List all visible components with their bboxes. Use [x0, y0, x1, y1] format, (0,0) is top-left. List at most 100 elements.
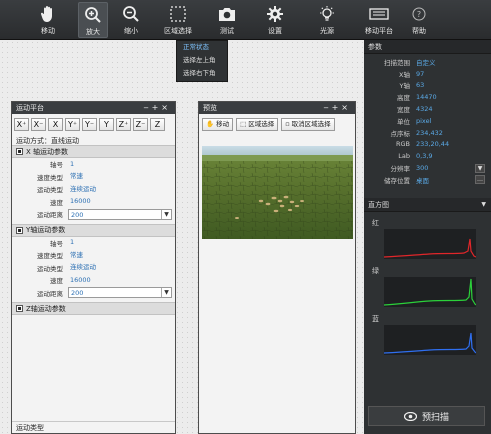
save-location-value[interactable]: 桌面 — [416, 175, 475, 185]
preview-area-select-button[interactable]: ⬚ 区域选择 — [236, 118, 279, 131]
axis-button-z-minus[interactable]: Z⁻ — [133, 118, 148, 131]
x-axis-section-header[interactable]: ▪ X 轴运动参数 — [12, 145, 175, 158]
settings-tool[interactable]: 设置 — [262, 2, 288, 38]
test-tool-label: 测试 — [220, 27, 234, 35]
panel-window-controls[interactable]: ‒+× — [324, 102, 352, 114]
param-value[interactable]: 连续运动 — [68, 184, 175, 195]
axis-button-x[interactable]: X — [48, 118, 63, 131]
param-label: X轴 — [399, 70, 410, 79]
menu-item-top-left[interactable]: 选择左上角 — [177, 54, 227, 67]
param-value[interactable]: 97 — [416, 70, 491, 78]
axis-button-row: X⁺ X⁻ X Y⁺ Y⁻ Y Z⁺ Z⁻ Z — [12, 114, 175, 134]
motion-mode-text: 运动方式：直线运动 — [16, 137, 79, 145]
param-label: 速度 — [50, 277, 63, 286]
area-select-icon — [167, 3, 189, 25]
hand-icon: ✋ — [206, 120, 215, 128]
preview-panel: 预览 ‒+× ✋ 移动 ⬚ 区域选择 ▫ 取消区域选择 — [198, 101, 356, 434]
y-axis-row: 轴号 1 — [12, 237, 175, 250]
param-value[interactable]: 16000 — [68, 196, 175, 207]
param-value[interactable]: 1 — [68, 237, 175, 248]
param-value[interactable]: 63 — [416, 81, 491, 89]
area-select-tool[interactable]: 区域选择 — [160, 2, 196, 38]
param-row-width: 宽度 4324 — [364, 103, 491, 115]
param-value[interactable]: 常速 — [68, 171, 175, 182]
zoom-in-tool[interactable]: 放大 — [78, 2, 108, 38]
x-distance-select[interactable]: 200 ▼ — [68, 208, 172, 220]
z-axis-section-header[interactable]: ▪ Z轴运动参数 — [12, 302, 175, 315]
param-row-point: 点序标 234,432 — [364, 127, 491, 139]
platform-tool-label: 移动平台 — [365, 27, 393, 35]
motion-type-footer: 运动类型 — [12, 421, 175, 433]
param-label: 速度类型 — [37, 173, 63, 182]
y-axis-row: 速度 16000 — [12, 274, 175, 287]
prescan-label: 预扫描 — [421, 412, 449, 423]
axis-button-y[interactable]: Y — [99, 118, 114, 131]
axis-button-x-minus[interactable]: X⁻ — [31, 118, 46, 131]
param-value[interactable]: 连续运动 — [68, 262, 175, 273]
params-list: 扫描范围 自定义 X轴 97 Y轴 63 高度 14470 宽度 4324 单位 pixel… — [364, 54, 491, 186]
param-label: 点序标 — [390, 129, 411, 138]
preview-move-label: 移动 — [216, 120, 230, 128]
resolution-select[interactable]: 300 — [416, 164, 475, 172]
param-value[interactable]: pixel — [416, 117, 491, 125]
param-label: 运动类型 — [37, 186, 63, 195]
platform-tool[interactable]: 移动平台 — [362, 2, 396, 38]
y-distance-select[interactable]: 200 ▼ — [68, 287, 172, 299]
param-row-scan-range: 扫描范围 自定义 — [364, 56, 491, 68]
chevron-down-icon[interactable]: ▼ — [161, 209, 171, 219]
help-tool-label: 帮助 — [412, 27, 426, 35]
param-row-y: Y轴 63 — [364, 80, 491, 92]
chevron-down-icon[interactable]: ▼ — [481, 198, 486, 212]
param-label: Y轴 — [399, 82, 410, 91]
light-bulb-icon — [316, 3, 338, 25]
gear-icon — [264, 3, 286, 25]
param-label: 储存位置 — [384, 176, 410, 185]
main-toolbar: 移动 放大 缩小 区域选择 测试 设置 光源 移动平台 ? 帮助 — [0, 0, 491, 40]
param-value[interactable]: 常速 — [68, 250, 175, 261]
side-panel: 参数 扫描范围 自定义 X轴 97 Y轴 63 高度 14470 宽度 4324 单位 pi… — [364, 40, 491, 434]
browse-icon[interactable]: … — [475, 175, 485, 185]
param-value[interactable]: 16000 — [68, 275, 175, 286]
preview-move-button[interactable]: ✋ 移动 — [202, 118, 234, 131]
area-select-icon: ⬚ — [240, 120, 247, 128]
chevron-down-icon[interactable]: ▼ — [161, 288, 171, 298]
preview-cancel-select-button[interactable]: ▫ 取消区域选择 — [281, 118, 335, 131]
blue-histogram — [384, 324, 476, 355]
light-source-tool[interactable]: 光源 — [314, 2, 340, 38]
collapse-icon: ▪ — [16, 148, 23, 155]
param-value[interactable]: 14470 — [416, 93, 491, 101]
area-select-tool-label: 区域选择 — [164, 27, 192, 35]
param-value: 0,3,9 — [416, 152, 433, 161]
move-tool[interactable]: 移动 — [34, 2, 62, 38]
zoom-out-tool[interactable]: 缩小 — [118, 2, 144, 38]
red-channel-label: 红 — [372, 218, 379, 227]
axis-button-x-plus[interactable]: X⁺ — [14, 118, 29, 131]
preview-image[interactable] — [202, 146, 353, 239]
axis-button-z-plus[interactable]: Z⁺ — [116, 118, 131, 131]
param-value[interactable]: 1 — [68, 159, 175, 170]
param-row-unit: 单位 pixel — [364, 115, 491, 127]
menu-item-bottom-right[interactable]: 选择右下角 — [177, 67, 227, 80]
hand-icon — [37, 3, 59, 25]
axis-button-z[interactable]: Z — [150, 118, 165, 131]
panel-window-controls[interactable]: ‒+× — [144, 102, 172, 114]
axis-button-y-minus[interactable]: Y⁻ — [82, 118, 97, 131]
zoom-in-tool-label: 放大 — [86, 28, 100, 36]
param-value[interactable]: 自定义 — [416, 57, 491, 67]
test-tool[interactable]: 测试 — [214, 2, 240, 38]
param-value[interactable]: 4324 — [416, 105, 491, 113]
x-axis-row: 运动类型 连续运动 — [12, 183, 175, 196]
x-axis-row: 运动距离 200 ▼ — [12, 208, 175, 221]
y-distance-value: 200 — [71, 289, 84, 298]
axis-button-y-plus[interactable]: Y⁺ — [65, 118, 80, 131]
prescan-button[interactable]: 预扫描 — [368, 406, 485, 426]
param-row-x: X轴 97 — [364, 68, 491, 80]
params-title: 参数 — [368, 43, 382, 51]
histogram-area: 红 绿 蓝 — [364, 212, 491, 355]
param-label: 运动距离 — [37, 211, 63, 220]
chevron-down-icon[interactable]: ▼ — [475, 163, 485, 173]
menu-item-normal[interactable]: 正常状态 — [177, 41, 227, 54]
param-row-height: 高度 14470 — [364, 91, 491, 103]
y-axis-section-header[interactable]: ▪ Y轴运动参数 — [12, 223, 175, 237]
help-tool[interactable]: ? 帮助 — [407, 2, 431, 38]
